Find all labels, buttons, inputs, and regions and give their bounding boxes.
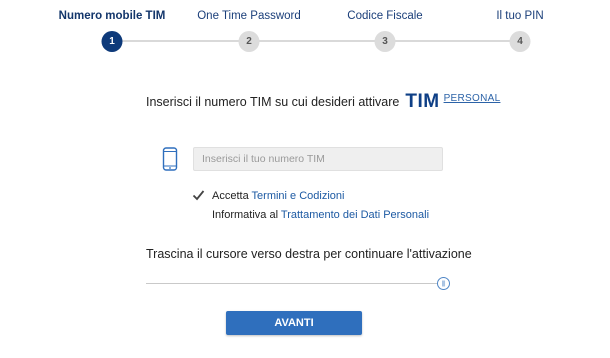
step-3-label: Codice Fiscale — [347, 10, 423, 22]
accept-label: Accetta — [212, 190, 252, 202]
privacy-row: Informativa al Trattamento dei Dati Pers… — [212, 209, 429, 221]
grip-icon: ||| — [441, 280, 446, 287]
step-3-indicator: 3 — [374, 31, 396, 52]
progress-stepper: Numero mobile TIM 1 One Time Password 2 … — [0, 0, 610, 60]
activation-slider-track[interactable] — [146, 283, 442, 284]
tim-logo-word: TIM — [405, 91, 440, 112]
step-2-label: One Time Password — [197, 10, 301, 22]
headline-text: Inserisci il numero TIM su cui desideri … — [146, 95, 400, 109]
activation-slider-handle[interactable]: ||| — [437, 277, 450, 290]
accept-terms-checkbox[interactable] — [192, 189, 205, 202]
step-1-indicator: 1 — [101, 31, 123, 52]
smartphone-icon — [162, 147, 178, 171]
avanti-button[interactable]: AVANTI — [226, 311, 362, 335]
activation-headline: Inserisci il numero TIM su cui desideri … — [146, 92, 500, 112]
phone-number-input[interactable] — [193, 147, 443, 171]
step-4-label: Il tuo PIN — [496, 10, 544, 22]
privacy-link[interactable]: Trattamento dei Dati Personali — [281, 209, 429, 221]
privacy-label: Informativa al — [212, 209, 281, 221]
terms-row: Accetta Termini e Codizioni — [212, 190, 344, 202]
tim-logo-suffix: PERSONAL — [443, 93, 501, 104]
step-2-indicator: 2 — [238, 31, 260, 52]
step-1-label: Numero mobile TIM — [58, 10, 166, 22]
slider-instruction: Trascina il cursore verso destra per con… — [146, 247, 472, 261]
stepper-track — [112, 40, 520, 42]
terms-link[interactable]: Termini e Codizioni — [252, 190, 345, 202]
tim-personal-logo: TIM PERSONAL — [405, 92, 500, 112]
step-4-indicator: 4 — [509, 31, 531, 52]
